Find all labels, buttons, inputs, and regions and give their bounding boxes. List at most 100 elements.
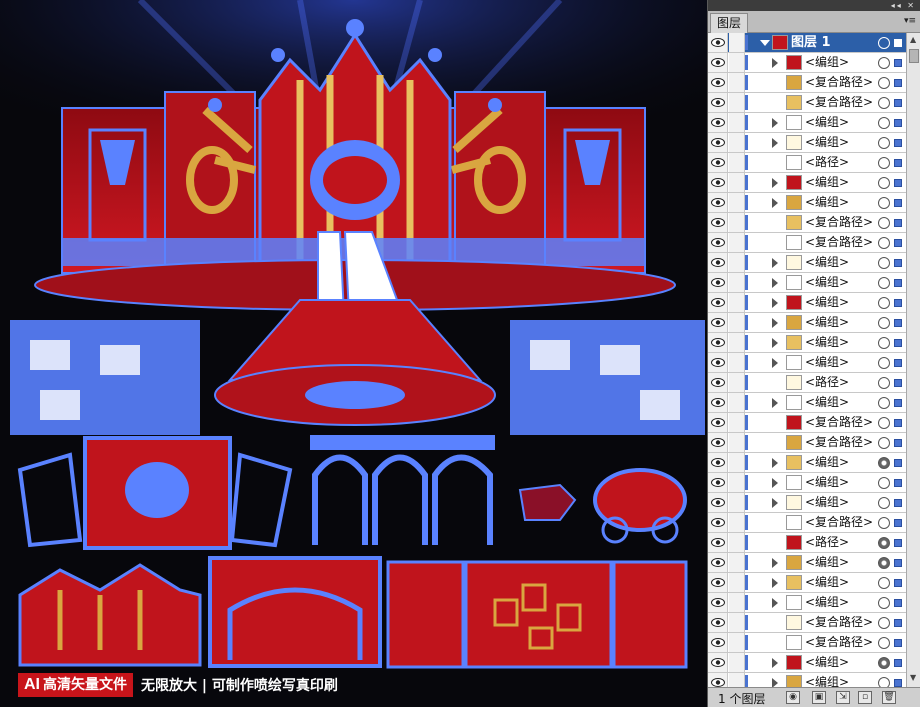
layer-row[interactable]: <编组> — [708, 193, 906, 213]
layer-row[interactable]: <复合路径> — [708, 633, 906, 653]
layer-name[interactable]: <编组> — [805, 673, 849, 687]
expand-triangle-icon[interactable] — [772, 318, 778, 328]
expand-triangle-icon[interactable] — [772, 558, 778, 568]
layer-row[interactable]: <编组> — [708, 333, 906, 353]
visibility-eye-icon[interactable] — [708, 353, 728, 372]
scroll-down-icon[interactable]: ▼ — [910, 673, 916, 682]
target-circle-icon[interactable] — [878, 77, 890, 89]
target-circle-icon[interactable] — [878, 417, 890, 429]
target-circle-icon[interactable] — [878, 577, 890, 589]
layer-row[interactable]: <编组> — [708, 313, 906, 333]
layer-row[interactable]: <编组> — [708, 113, 906, 133]
lock-toggle[interactable] — [729, 373, 745, 392]
layer-name[interactable]: <复合路径> — [805, 513, 873, 532]
layer-row[interactable]: <路径> — [708, 533, 906, 553]
layer-row[interactable]: <复合路径> — [708, 73, 906, 93]
selection-square-icon[interactable] — [894, 159, 902, 167]
layer-row[interactable]: <路径> — [708, 153, 906, 173]
target-circle-icon[interactable] — [878, 37, 890, 49]
layer-row[interactable]: <编组> — [708, 293, 906, 313]
target-circle-icon[interactable] — [878, 457, 890, 469]
layer-list[interactable]: 图层 1 <编组> <复合路径> <复合路径> <编组> <编组> <路径> <编组> <编组… — [708, 33, 906, 687]
target-circle-icon[interactable] — [878, 677, 890, 687]
layer-name[interactable]: <复合路径> — [805, 73, 873, 92]
lock-toggle[interactable] — [729, 633, 745, 652]
visibility-eye-icon[interactable] — [708, 653, 728, 672]
lock-toggle[interactable] — [729, 533, 745, 552]
visibility-eye-icon[interactable] — [708, 113, 728, 132]
layer-name[interactable]: <编组> — [805, 133, 849, 152]
layer-row[interactable]: <编组> — [708, 493, 906, 513]
expand-triangle-icon[interactable] — [772, 298, 778, 308]
visibility-eye-icon[interactable] — [708, 93, 728, 112]
visibility-eye-icon[interactable] — [708, 373, 728, 392]
lock-toggle[interactable] — [729, 213, 745, 232]
layer-row[interactable]: <复合路径> — [708, 433, 906, 453]
lock-toggle[interactable] — [729, 513, 745, 532]
layer-name[interactable]: <编组> — [805, 193, 849, 212]
visibility-eye-icon[interactable] — [708, 473, 728, 492]
layer-name[interactable]: <编组> — [805, 173, 849, 192]
layer-name[interactable]: <编组> — [805, 313, 849, 332]
selection-square-icon[interactable] — [894, 619, 902, 627]
selection-square-icon[interactable] — [894, 539, 902, 547]
target-circle-icon[interactable] — [878, 437, 890, 449]
layer-row[interactable]: <编组> — [708, 253, 906, 273]
lock-toggle[interactable] — [729, 353, 745, 372]
layers-scrollbar[interactable]: ▲ ▼ — [906, 33, 920, 687]
target-circle-icon[interactable] — [878, 477, 890, 489]
target-circle-icon[interactable] — [878, 357, 890, 369]
layer-row[interactable]: <编组> — [708, 393, 906, 413]
selection-square-icon[interactable] — [894, 439, 902, 447]
selection-square-icon[interactable] — [894, 219, 902, 227]
lock-toggle[interactable] — [729, 393, 745, 412]
target-circle-icon[interactable] — [878, 657, 890, 669]
expand-triangle-icon[interactable] — [772, 118, 778, 128]
visibility-eye-icon[interactable] — [708, 253, 728, 272]
selection-square-icon[interactable] — [894, 359, 902, 367]
layer-name[interactable]: <编组> — [805, 253, 849, 272]
selection-square-icon[interactable] — [894, 339, 902, 347]
lock-toggle[interactable] — [729, 93, 745, 112]
target-circle-icon[interactable] — [878, 337, 890, 349]
scroll-thumb[interactable] — [909, 49, 919, 63]
visibility-eye-icon[interactable] — [708, 493, 728, 512]
layer-row[interactable]: <编组> — [708, 573, 906, 593]
selection-square-icon[interactable] — [894, 179, 902, 187]
expand-triangle-icon[interactable] — [772, 178, 778, 188]
lock-toggle[interactable] — [729, 253, 745, 272]
selection-square-icon[interactable] — [894, 659, 902, 667]
lock-toggle[interactable] — [729, 173, 745, 192]
lock-toggle[interactable] — [729, 113, 745, 132]
lock-toggle[interactable] — [729, 133, 745, 152]
layer-row[interactable]: <编组> — [708, 673, 906, 687]
new-layer-icon[interactable]: ▫ — [858, 691, 872, 704]
visibility-eye-icon[interactable] — [708, 313, 728, 332]
visibility-eye-icon[interactable] — [708, 173, 728, 192]
layer-row[interactable]: <编组> — [708, 653, 906, 673]
layer-name[interactable]: <编组> — [805, 493, 849, 512]
selection-square-icon[interactable] — [894, 239, 902, 247]
layer-name[interactable]: <编组> — [805, 573, 849, 592]
layer-row[interactable]: <复合路径> — [708, 233, 906, 253]
layer-name[interactable]: <编组> — [805, 293, 849, 312]
lock-toggle[interactable] — [729, 153, 745, 172]
selection-square-icon[interactable] — [894, 59, 902, 67]
artboard-canvas[interactable]: AI 高清矢量文件 无限放大 | 可制作喷绘写真印刷 — [0, 0, 707, 707]
selection-square-icon[interactable] — [894, 379, 902, 387]
expand-triangle-icon[interactable] — [772, 678, 778, 687]
layer-row[interactable]: <编组> — [708, 593, 906, 613]
target-circle-icon[interactable] — [878, 197, 890, 209]
layer-row[interactable]: <复合路径> — [708, 513, 906, 533]
lock-toggle[interactable] — [729, 273, 745, 292]
lock-toggle[interactable] — [729, 313, 745, 332]
expand-triangle-icon[interactable] — [772, 258, 778, 268]
target-circle-icon[interactable] — [878, 317, 890, 329]
target-circle-icon[interactable] — [878, 637, 890, 649]
layer-name[interactable]: <编组> — [805, 653, 849, 672]
layer-name[interactable]: <复合路径> — [805, 413, 873, 432]
layer-name[interactable]: <路径> — [805, 153, 849, 172]
lock-toggle[interactable] — [729, 573, 745, 592]
lock-toggle[interactable] — [729, 613, 745, 632]
lock-toggle[interactable] — [729, 433, 745, 452]
